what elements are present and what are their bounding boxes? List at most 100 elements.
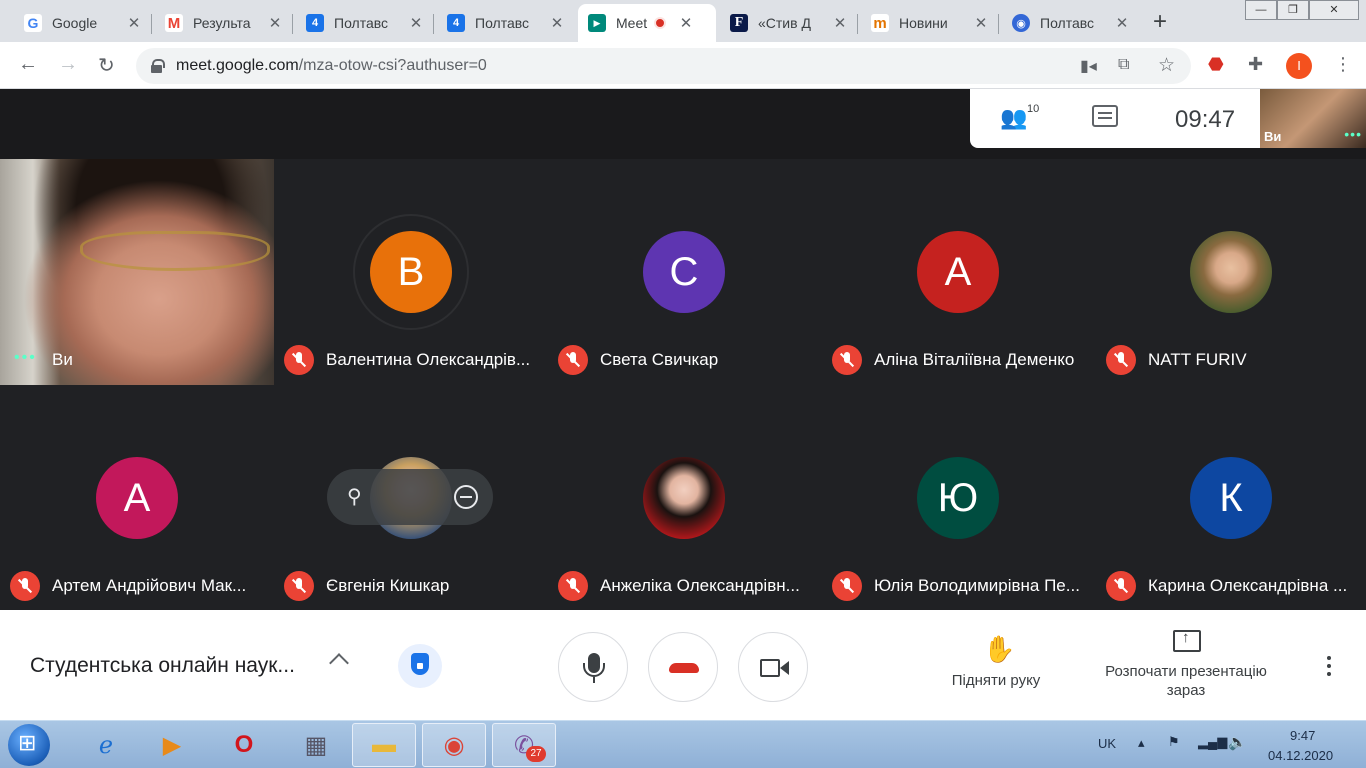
participant-avatar: В — [370, 231, 452, 313]
calculator-icon[interactable]: ▦ — [284, 723, 348, 767]
leave-call-button[interactable] — [648, 632, 718, 702]
network-icon[interactable]: ▂▄▆ — [1198, 734, 1227, 750]
participant-name: Євгенія Кишкар — [326, 576, 450, 595]
participant-photo — [643, 457, 725, 539]
taskbar-date[interactable]: 04.12.2020 — [1268, 748, 1333, 763]
forward-icon[interactable]: → — [58, 53, 78, 76]
flag-icon[interactable]: ⚑ — [1168, 734, 1180, 750]
close-icon[interactable]: ✕ — [973, 14, 989, 32]
windows-taskbar: ℯ ▶ O ▦ ▬ ◉ ✆ 27 UK ▴ ⚑ ▂▄▆ 🔈 9:47 04.12… — [0, 720, 1366, 768]
chrome-icon[interactable]: ◉ — [422, 723, 486, 767]
meeting-title[interactable]: Студентська онлайн наук... — [30, 654, 295, 678]
tab-google[interactable]: G Google ✕ — [14, 4, 152, 42]
participant-name: NATT FURIV — [1148, 350, 1247, 369]
restore-button[interactable]: ❐ — [1277, 0, 1309, 20]
participant-name: Карина Олександрівна ... — [1148, 576, 1348, 595]
forbes-icon: F — [730, 14, 748, 32]
new-tab-button[interactable]: + — [1153, 8, 1167, 36]
close-icon[interactable]: ✕ — [549, 14, 565, 32]
extensions-icon[interactable]: ✚ — [1248, 54, 1263, 75]
browser-menu-icon[interactable]: ⋮ — [1334, 54, 1352, 75]
tab-forbes[interactable]: F «Стив Д ✕ — [720, 4, 858, 42]
meet-controls-bar: Студентська онлайн наук... ✋ Підняти рук… — [0, 610, 1366, 720]
file-explorer-icon[interactable]: ▬ — [352, 723, 416, 767]
mic-off-icon — [10, 571, 40, 601]
mic-off-icon — [832, 345, 862, 375]
calendar-icon: 4 — [306, 14, 324, 32]
self-preview-thumbnail[interactable]: Ви ••• — [1260, 89, 1366, 148]
participant-avatar: К — [1190, 457, 1272, 539]
participant-avatar: С — [643, 231, 725, 313]
notification-badge: 27 — [526, 746, 546, 762]
remove-participant-icon[interactable] — [454, 485, 478, 509]
close-icon[interactable]: ✕ — [832, 14, 848, 32]
microphone-button[interactable] — [558, 632, 628, 702]
camera-icon — [760, 659, 780, 677]
people-icon[interactable]: 👥 — [1000, 105, 1027, 131]
close-icon[interactable]: ✕ — [408, 14, 424, 32]
present-screen-icon[interactable] — [1173, 629, 1201, 652]
lock-icon[interactable] — [151, 59, 165, 73]
participant-name: Анжеліка Олександрівн... — [600, 576, 800, 595]
mic-off-icon — [558, 571, 588, 601]
tab-poltava[interactable]: ◉ Полтавс ✕ — [1002, 4, 1140, 42]
pin-icon[interactable]: ⚲ — [347, 484, 362, 509]
volume-icon[interactable]: 🔈 — [1228, 733, 1247, 751]
self-video-tile[interactable]: ••• Ви — [0, 159, 274, 385]
participant-name: Аліна Віталіївна Деменко — [874, 350, 1075, 369]
minimize-button[interactable]: — — [1245, 0, 1277, 20]
globe-icon: ◉ — [1012, 14, 1030, 32]
taskbar-time[interactable]: 9:47 — [1290, 728, 1315, 743]
meeting-clock: 09:47 — [1175, 106, 1236, 133]
host-controls-shield-icon[interactable] — [398, 644, 442, 688]
participant-name: Артем Андрійович Мак... — [52, 576, 247, 595]
meet-stage: 👥 10 09:47 Ви ••• ••• Ви В Валентина Оле… — [0, 89, 1366, 610]
hang-up-icon — [669, 663, 699, 673]
tab-news[interactable]: m Новини ✕ — [861, 4, 999, 42]
back-icon[interactable]: ← — [18, 53, 38, 76]
video-feed — [80, 231, 270, 271]
chevron-up-icon[interactable]: ▴ — [1138, 735, 1145, 751]
more-options-icon[interactable] — [1327, 656, 1331, 660]
opera-icon[interactable]: O — [212, 723, 276, 767]
close-icon[interactable]: ✕ — [678, 14, 694, 32]
browser-toolbar: ← → ↻ meet.google.com/mza-otow-csi?authu… — [0, 42, 1366, 89]
internet-explorer-icon[interactable]: ℯ — [74, 723, 138, 767]
close-icon[interactable]: ✕ — [1114, 14, 1130, 32]
media-player-icon[interactable]: ▶ — [140, 723, 204, 767]
language-indicator[interactable]: UK — [1098, 736, 1116, 751]
profile-avatar[interactable]: I — [1286, 53, 1312, 79]
reload-icon[interactable]: ↻ — [98, 53, 115, 78]
google-icon: G — [24, 14, 42, 32]
translate-icon[interactable]: ⧉ — [1118, 56, 1129, 74]
chevron-up-icon[interactable] — [329, 653, 349, 673]
participant-photo — [1190, 231, 1272, 313]
participant-name: Света Свичкар — [600, 350, 719, 369]
tab-calendar-2[interactable]: 4 Полтавс ✕ — [437, 4, 575, 42]
mic-off-icon — [558, 345, 588, 375]
more-options-icon[interactable]: ••• — [14, 349, 37, 367]
participant-avatar: Ю — [917, 457, 999, 539]
camera-button[interactable] — [738, 632, 808, 702]
raise-hand-button[interactable]: Підняти руку — [936, 672, 1056, 689]
participant-avatar: А — [96, 457, 178, 539]
bookmark-star-icon[interactable]: ☆ — [1158, 54, 1175, 77]
calendar-icon: 4 — [447, 14, 465, 32]
present-now-button-line2[interactable]: зараз — [1086, 682, 1286, 699]
start-button[interactable] — [8, 724, 50, 766]
close-icon[interactable]: ✕ — [267, 14, 283, 32]
address-bar[interactable]: meet.google.com/mza-otow-csi?authuser=0 … — [136, 48, 1191, 84]
raise-hand-icon[interactable]: ✋ — [983, 634, 1015, 665]
adblock-icon[interactable]: ⬣ — [1208, 54, 1224, 75]
tab-meet[interactable]: ▶ Meet ✕ — [578, 4, 716, 42]
window-close-button[interactable]: ✕ — [1309, 0, 1359, 20]
tab-calendar-1[interactable]: 4 Полтавс ✕ — [296, 4, 434, 42]
tab-gmail[interactable]: M Результа ✕ — [155, 4, 293, 42]
viber-icon[interactable]: ✆ — [492, 723, 556, 767]
mic-off-icon — [1106, 345, 1136, 375]
chat-icon[interactable] — [1092, 105, 1118, 127]
present-now-button-line1[interactable]: Розпочати презентацію — [1086, 663, 1286, 680]
close-icon[interactable]: ✕ — [126, 14, 142, 32]
more-options-icon[interactable]: ••• — [1344, 126, 1362, 142]
camera-indicator-icon[interactable]: ▮◂ — [1080, 56, 1097, 76]
